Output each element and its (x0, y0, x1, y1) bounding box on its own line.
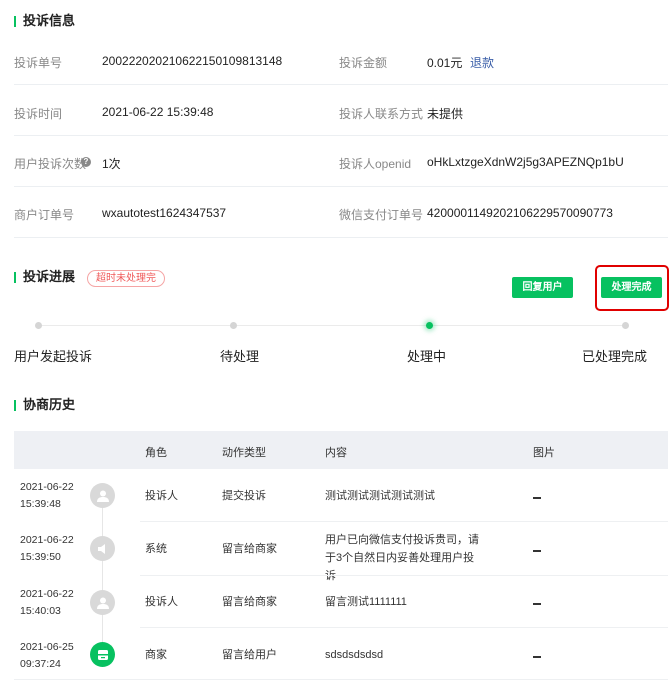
section-title-info: 投诉信息 (14, 13, 75, 29)
row-content: 测试测试测试测试测试 (325, 490, 435, 502)
reply-user-button[interactable]: 回复用户 (512, 277, 573, 298)
row-content: 留言测试1111111 (325, 596, 407, 608)
section-title-history: 协商历史 (14, 397, 75, 413)
label: 微信支付订单号 (339, 208, 424, 222)
user-icon (90, 483, 115, 508)
row-date: 2021-06-22 (20, 481, 74, 493)
divider (14, 237, 668, 238)
timeline-line (102, 500, 103, 650)
row-datetime: 2021-06-22 15:39:50 (20, 532, 74, 566)
divider (140, 627, 668, 628)
row-role: 系统 (145, 543, 167, 555)
row-datetime: 2021-06-25 09:37:24 (20, 639, 74, 673)
row-action: 留言给用户 (222, 649, 277, 661)
step-dot (622, 322, 629, 329)
row-content: sdsdsdsdsd (325, 649, 384, 661)
label: 商户订单号 (14, 208, 75, 222)
step-dot-current (426, 322, 433, 329)
row-image-empty: – (533, 656, 541, 658)
value: wxautotest1624347537 (102, 206, 227, 220)
row-content: 用户已向微信支付投诉贵司，请于3个自然日内妥善处理用户投诉 (325, 534, 479, 582)
row-role: 投诉人 (145, 490, 178, 502)
value: oHkLxtzgeXdnW2j5g3APEZNQp1bU (427, 155, 624, 169)
row-date: 2021-06-22 (20, 588, 74, 600)
label: 用户投诉次数 (14, 157, 87, 171)
amount: 0.01元 (427, 56, 463, 70)
step-dot (35, 322, 42, 329)
row-datetime: 2021-06-22 15:40:03 (20, 586, 74, 620)
row-role: 商家 (145, 649, 167, 661)
row-datetime: 2021-06-22 15:39:48 (20, 479, 74, 513)
row-time: 15:39:48 (20, 498, 61, 510)
value: 1次 (102, 157, 121, 171)
label: 投诉时间 (14, 107, 63, 121)
row-action: 留言给商家 (222, 543, 277, 555)
row-image-empty: – (533, 497, 541, 499)
complaint-id: 200222020210622150109813148 (102, 54, 283, 68)
row-action: 提交投诉 (222, 490, 266, 502)
user-icon (90, 590, 115, 615)
row-image-empty: – (533, 603, 541, 605)
help-icon[interactable]: ? (81, 157, 91, 167)
step-label: 用户发起投诉 (14, 349, 93, 364)
column-header-content: 内容 (325, 447, 347, 459)
row-role: 投诉人 (145, 596, 178, 608)
divider (140, 575, 668, 576)
row-time: 15:40:03 (20, 605, 61, 617)
column-header-action: 动作类型 (222, 447, 266, 459)
row-time: 09:37:24 (20, 658, 61, 670)
overdue-badge: 超时未处理完 (87, 270, 165, 287)
row-time: 15:39:50 (20, 551, 61, 563)
row-date: 2021-06-22 (20, 534, 74, 546)
refund-link[interactable]: 退款 (470, 54, 494, 71)
row-action: 留言给商家 (222, 596, 277, 608)
label: 投诉人联系方式 (339, 107, 424, 121)
label: 投诉单号 (14, 56, 63, 70)
speaker-icon (90, 536, 115, 561)
highlight-box (595, 265, 669, 311)
value: 未提供 (427, 107, 464, 121)
store-icon (90, 642, 115, 667)
step-label: 待处理 (220, 349, 260, 364)
divider (140, 521, 668, 522)
divider (14, 84, 668, 85)
label: 投诉金额 (339, 56, 388, 70)
step-label: 已处理完成 (582, 349, 648, 364)
divider (14, 679, 668, 680)
step-label: 处理中 (407, 349, 447, 364)
label: 投诉人openid (339, 157, 412, 171)
progress-line (38, 325, 625, 326)
row-image-empty: – (533, 550, 541, 552)
divider (14, 186, 668, 187)
column-header-image: 图片 (533, 447, 555, 459)
section-title-progress: 投诉进展 (14, 269, 75, 285)
row-date: 2021-06-25 (20, 641, 74, 653)
divider (14, 135, 668, 136)
step-dot (230, 322, 237, 329)
value: 2021-06-22 15:39:48 (102, 105, 214, 119)
column-header-role: 角色 (145, 447, 167, 459)
value: 4200001149202106229570090773 (427, 206, 613, 220)
